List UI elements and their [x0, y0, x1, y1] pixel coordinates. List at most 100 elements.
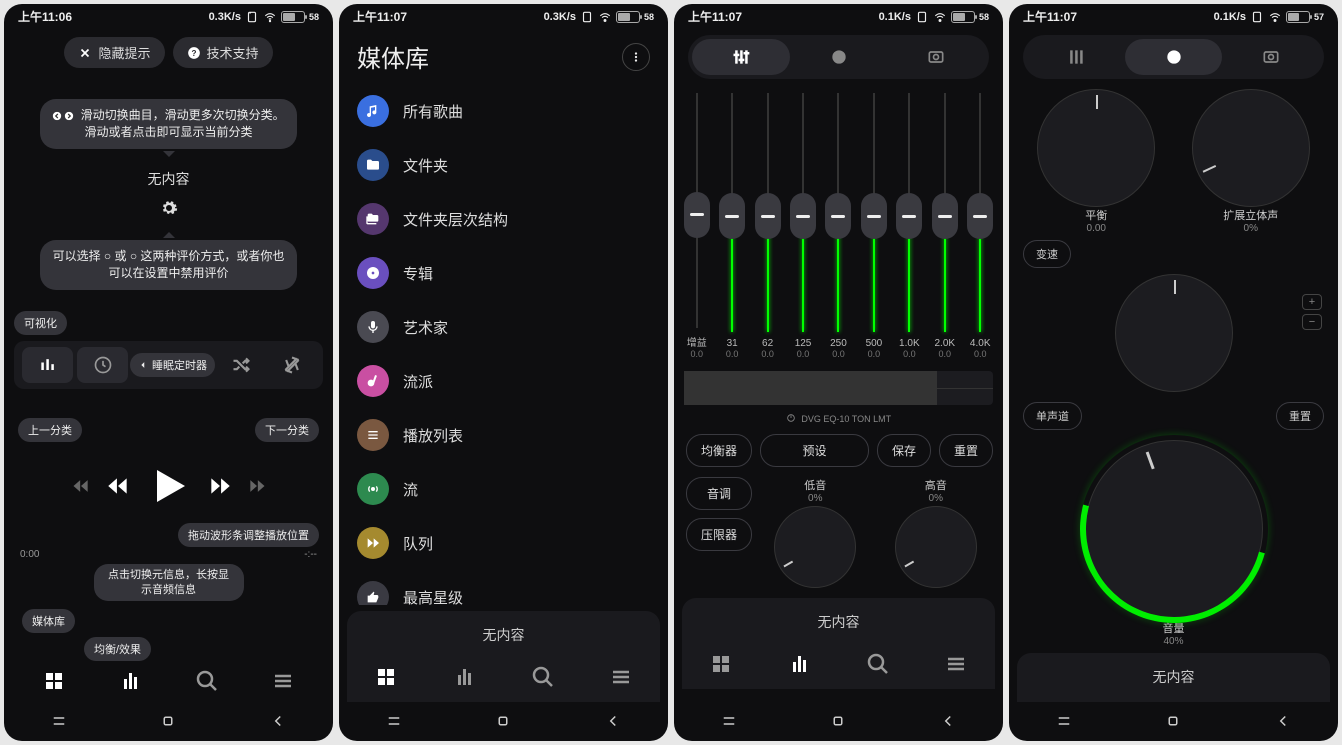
- eq-band[interactable]: 310.0: [717, 93, 746, 359]
- nav-library[interactable]: [709, 652, 733, 681]
- eq-band[interactable]: 5000.0: [859, 93, 888, 359]
- tempo-minus[interactable]: −: [1302, 314, 1322, 330]
- eq-response-curve[interactable]: [684, 371, 993, 405]
- repeat-button[interactable]: [266, 347, 317, 383]
- nav-menu[interactable]: [609, 665, 633, 694]
- sys-home[interactable]: [829, 712, 847, 735]
- nav-eq[interactable]: [452, 665, 476, 694]
- tech-support-button[interactable]: ? 技术支持: [173, 37, 273, 68]
- more-button[interactable]: [622, 43, 650, 71]
- sys-recent[interactable]: [1055, 712, 1073, 735]
- list-item[interactable]: 专辑: [341, 246, 668, 300]
- rewind-button[interactable]: [105, 473, 131, 504]
- preset-button[interactable]: 预设: [760, 434, 869, 467]
- forward-button[interactable]: [207, 473, 233, 504]
- sys-home[interactable]: [159, 712, 177, 735]
- play-button[interactable]: [145, 462, 193, 515]
- tempo-plus[interactable]: +: [1302, 294, 1322, 310]
- eq-band-gain[interactable]: 增益 0.0: [682, 93, 711, 359]
- list-item[interactable]: 流派: [341, 354, 668, 408]
- sys-back[interactable]: [604, 712, 622, 735]
- sys-recent[interactable]: [385, 712, 403, 735]
- genre-icon: [357, 365, 389, 397]
- eq-band[interactable]: 2.0K0.0: [930, 93, 959, 359]
- equalizer-toggle[interactable]: 均衡器: [686, 434, 752, 467]
- chevron-left-icon: [138, 360, 148, 370]
- nav-eq[interactable]: [787, 652, 811, 681]
- stereo-knob[interactable]: 扩展立体声 0%: [1192, 89, 1310, 234]
- list-item[interactable]: 最高星级: [341, 570, 668, 605]
- sys-back[interactable]: [1274, 712, 1292, 735]
- sys-back[interactable]: [939, 712, 957, 735]
- rewind-icon: [105, 473, 131, 499]
- sys-recent[interactable]: [50, 712, 68, 735]
- tone-toggle[interactable]: 音调: [686, 477, 752, 510]
- now-playing-bar[interactable]: 无内容: [682, 598, 995, 640]
- nav-menu[interactable]: [944, 652, 968, 681]
- sleep-timer-button[interactable]: [77, 347, 128, 383]
- stream-icon: [357, 473, 389, 505]
- hide-tip-button[interactable]: 隐藏提示: [64, 37, 164, 68]
- list-item[interactable]: 文件夹层次结构: [341, 192, 668, 246]
- menu-icon: [271, 669, 295, 693]
- skip-back-button[interactable]: [71, 476, 91, 501]
- mono-toggle[interactable]: 单声道: [1023, 402, 1082, 430]
- phone-screen-1: 上午11:06 0.3K/s 58 隐藏提示 ? 技术支持: [4, 4, 333, 741]
- sys-home[interactable]: [1164, 712, 1182, 735]
- nav-search[interactable]: [531, 665, 555, 694]
- help-icon: ?: [187, 46, 201, 60]
- tab-vol[interactable]: [790, 39, 888, 75]
- eq-band[interactable]: 620.0: [753, 93, 782, 359]
- tempo-knob[interactable]: [1115, 274, 1233, 392]
- bass-dial[interactable]: 低音 0%: [758, 477, 873, 590]
- nav-search[interactable]: [195, 669, 219, 698]
- shuffle-button[interactable]: [215, 347, 266, 383]
- list-item[interactable]: 文件夹: [341, 138, 668, 192]
- reset-button[interactable]: 重置: [939, 434, 993, 467]
- eq-band[interactable]: 1.0K0.0: [895, 93, 924, 359]
- nav-menu[interactable]: [271, 669, 295, 698]
- tab-reverb[interactable]: [1222, 39, 1320, 75]
- phone-screen-3: 上午11:07 0.1K/s 58 增益 0.0 310.0 620.0 125…: [674, 4, 1003, 741]
- tab-vol[interactable]: [1125, 39, 1223, 75]
- prev-category-label: 上一分类: [18, 418, 82, 442]
- list-item[interactable]: 艺术家: [341, 300, 668, 354]
- sys-back[interactable]: [269, 712, 287, 735]
- time-remaining: -:--: [304, 549, 317, 560]
- list-item[interactable]: 流: [341, 462, 668, 516]
- list-item[interactable]: 播放列表: [341, 408, 668, 462]
- tab-reverb[interactable]: [887, 39, 985, 75]
- settings-button[interactable]: [4, 199, 333, 222]
- nav-library[interactable]: [42, 669, 66, 698]
- eq-band[interactable]: 2500.0: [824, 93, 853, 359]
- nav-eq[interactable]: [118, 669, 142, 698]
- folders-icon: [357, 203, 389, 235]
- balance-knob[interactable]: 平衡 0.00: [1037, 89, 1155, 234]
- eq-band[interactable]: 1250.0: [788, 93, 817, 359]
- list-item[interactable]: 所有歌曲: [341, 84, 668, 138]
- reset-button[interactable]: 重置: [1276, 402, 1324, 430]
- sys-home[interactable]: [494, 712, 512, 735]
- library-list: 所有歌曲 文件夹 文件夹层次结构 专辑 艺术家 流派: [339, 80, 668, 605]
- status-bar: 上午11:07 0.3K/s 58: [339, 4, 668, 27]
- status-bar: 上午11:06 0.3K/s 58: [4, 4, 333, 27]
- sim-icon: [245, 10, 259, 24]
- tab-eq[interactable]: [1027, 39, 1125, 75]
- volume-knob[interactable]: [1085, 440, 1263, 618]
- eq-band[interactable]: 4.0K0.0: [966, 93, 995, 359]
- sys-recent[interactable]: [720, 712, 738, 735]
- nav-library[interactable]: [374, 665, 398, 694]
- list-item[interactable]: 队列: [341, 516, 668, 570]
- skip-forward-button[interactable]: [247, 476, 267, 501]
- tab-eq[interactable]: [692, 39, 790, 75]
- battery-icon: [281, 11, 305, 23]
- now-playing-bar[interactable]: 无内容: [347, 611, 660, 653]
- limiter-toggle[interactable]: 压限器: [686, 518, 752, 551]
- tempo-toggle[interactable]: 变速: [1023, 240, 1071, 268]
- treble-dial[interactable]: 高音 0%: [879, 477, 994, 590]
- save-button[interactable]: 保存: [877, 434, 931, 467]
- visualizer-button[interactable]: [22, 347, 73, 383]
- now-playing-bar[interactable]: 无内容: [1017, 653, 1330, 695]
- battery-icon: [616, 11, 640, 23]
- nav-search[interactable]: [866, 652, 890, 681]
